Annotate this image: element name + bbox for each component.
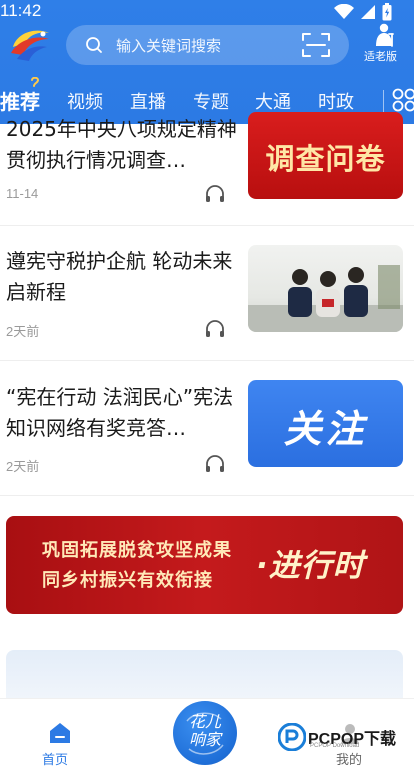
tabs-more-icon[interactable]: [392, 88, 414, 112]
elder-person-icon: [376, 23, 394, 47]
status-time: 11:42: [0, 1, 42, 20]
elder-mode-button[interactable]: 适老版: [364, 22, 404, 66]
elder-mode-label: 适老版: [364, 50, 397, 63]
news-date: 2天前: [6, 459, 40, 474]
tabs-divider: [383, 90, 384, 112]
news-title: 遵宪守税护企航 轮动未来启新程: [6, 249, 233, 304]
app-header: 11:42 输入关键词搜索 适老版 推荐 视频 直播 专题 大通 时政: [0, 0, 414, 124]
news-title: “宪在行动 法润民心”宪法知识网络有奖竞答…: [6, 385, 234, 440]
poverty-alleviation-banner[interactable]: 巩固拓展脱贫攻坚成果 同乡村振兴有效衔接 ·进行时: [6, 516, 403, 614]
news-item[interactable]: “宪在行动 法润民心”宪法知识网络有奖竞答… 2天前 关注: [0, 361, 414, 496]
app-logo[interactable]: [9, 25, 51, 63]
nav-home[interactable]: 首页: [40, 721, 80, 768]
headphones-icon[interactable]: [204, 184, 226, 204]
banner-accent: ·进行时: [256, 548, 365, 584]
news-thumbnail: 关注: [248, 380, 403, 467]
news-thumbnail: [248, 245, 403, 332]
news-title: 2025年中央八项规定精神贯彻执行情况调查…: [6, 117, 237, 172]
tab-topic[interactable]: 专题: [193, 88, 229, 114]
news-date: 11-14: [6, 186, 39, 201]
bottom-nav: 首页 花儿 响家 我的 PCPOP下载 PCPOP Download: [0, 698, 414, 768]
banner-line-1: 巩固拓展脱贫攻坚成果: [42, 540, 232, 561]
thumbnail-caption: 调查问卷: [265, 142, 386, 176]
status-bar: 11:42: [0, 0, 414, 24]
pcpop-logo-icon: [278, 723, 306, 751]
photo-people-image: [248, 265, 403, 332]
search-bar[interactable]: 输入关键词搜索: [66, 25, 349, 65]
news-item[interactable]: 遵宪守税护企航 轮动未来启新程 2天前: [0, 226, 414, 361]
tab-live[interactable]: 直播: [130, 88, 166, 114]
home-icon: [50, 723, 70, 743]
nav-center-label: 花儿 响家: [188, 712, 221, 749]
search-placeholder: 输入关键词搜索: [116, 37, 222, 55]
scan-icon[interactable]: [301, 31, 331, 59]
tab-active-indicator-icon: [31, 77, 40, 87]
status-icons: [334, 3, 392, 21]
thumbnail-caption: 关注: [283, 407, 368, 451]
watermark-subtext: PCPOP Download: [310, 743, 360, 749]
nav-home-label: 首页: [42, 753, 69, 768]
signal-icon: [361, 5, 375, 19]
news-thumbnail: 调查问卷: [248, 112, 403, 199]
news-item[interactable]: 2025年中央八项规定精神贯彻执行情况调查… 11-14 调查问卷: [0, 112, 414, 226]
banner-line-2: 同乡村振兴有效衔接: [42, 570, 213, 591]
tab-video[interactable]: 视频: [67, 88, 103, 114]
headphones-icon[interactable]: [204, 454, 226, 474]
nav-center-brand-button[interactable]: 花儿 响家: [173, 701, 237, 765]
news-date: 2天前: [6, 324, 40, 339]
pcpop-watermark: PCPOP下载 PCPOP Download: [278, 723, 414, 753]
battery-icon: [382, 3, 392, 21]
tab-recommend[interactable]: 推荐: [0, 86, 40, 115]
tab-politics[interactable]: 时政: [318, 88, 354, 114]
search-icon: [86, 37, 102, 53]
wifi-icon: [334, 4, 354, 19]
tab-datong[interactable]: 大通: [255, 88, 291, 114]
headphones-icon[interactable]: [204, 319, 226, 339]
